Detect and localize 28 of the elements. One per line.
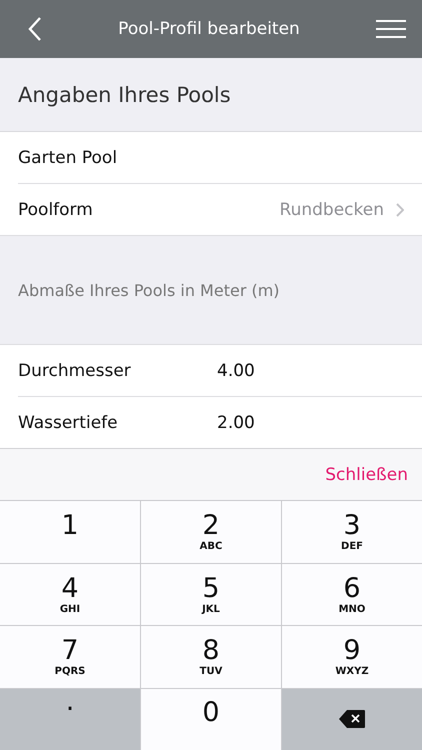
keypad-key[interactable]: 1: [0, 501, 140, 562]
back-icon: [28, 16, 42, 42]
keypad-key[interactable]: 7 PQRS: [0, 626, 140, 688]
keypad-key[interactable]: 8 TUV: [141, 626, 281, 688]
dimension-field[interactable]: 4.00: [217, 360, 337, 380]
decimal-key[interactable]: .: [0, 688, 140, 750]
pool-name-field[interactable]: Garten Pool: [18, 148, 318, 168]
backspace-key[interactable]: [282, 688, 422, 750]
backspace-icon: [339, 710, 365, 728]
keypad-key[interactable]: 2 ABC: [141, 501, 281, 562]
pool-shape-row[interactable]: Poolform Rundbecken: [18, 183, 422, 235]
dimension-label: Wassertiefe: [18, 412, 119, 432]
keypad-key[interactable]: 9 WXYZ: [282, 626, 422, 688]
section-title: Angaben Ihres Pools: [18, 82, 231, 106]
keypad-key[interactable]: 0: [141, 688, 281, 750]
keypad-key[interactable]: 4 GHI: [0, 564, 140, 625]
keypad-key[interactable]: 6 MNO: [282, 564, 422, 625]
keypad-key[interactable]: 5 JKL: [141, 564, 281, 625]
close-button[interactable]: Schließen: [321, 460, 412, 488]
menu-icon: [376, 20, 406, 38]
keypad-key[interactable]: 3 DEF: [282, 501, 422, 562]
pool-shape-value: Rundbecken: [280, 200, 384, 220]
dimension-label: Durchmesser: [18, 360, 132, 380]
chevron-right-icon: [396, 202, 404, 216]
dimensions-heading: Abmaße Ihres Pools in Meter (m): [18, 280, 280, 300]
pool-shape-label: Poolform: [18, 200, 94, 220]
dimension-field[interactable]: 2.00: [217, 412, 337, 432]
screen-title: Pool-Profil bearbeiten: [118, 19, 300, 39]
